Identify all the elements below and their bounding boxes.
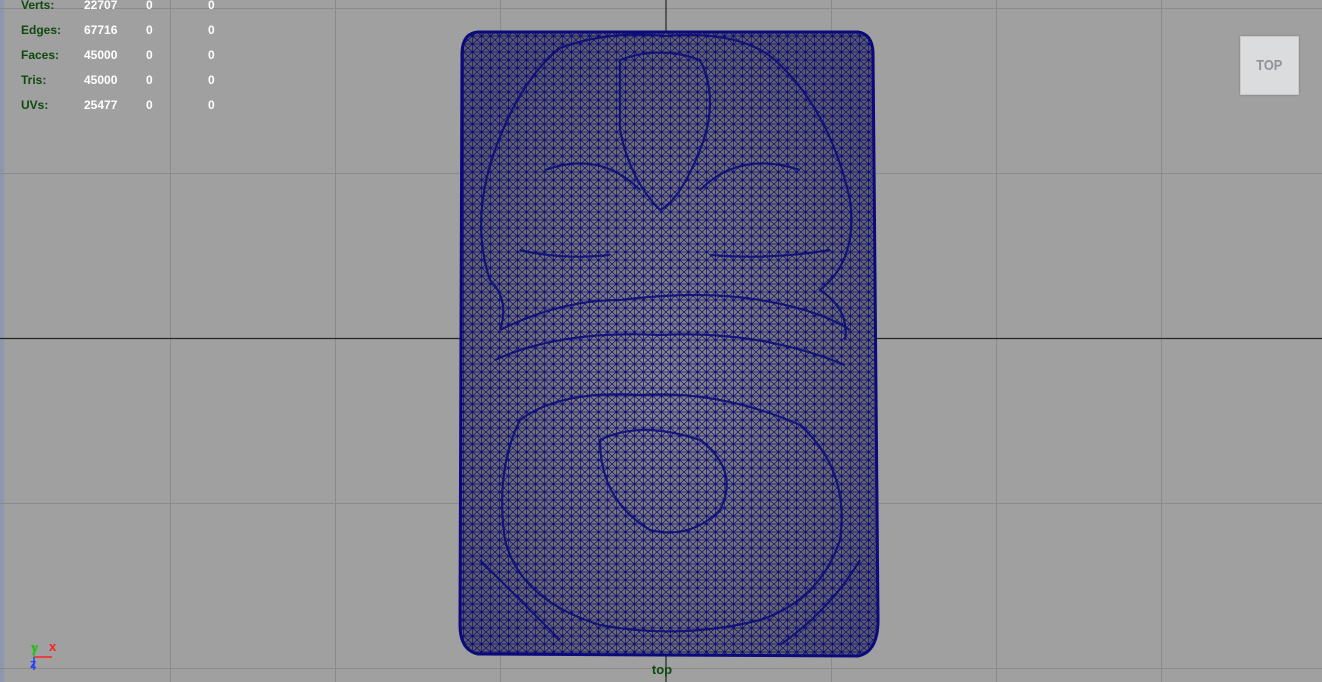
hud-label: Verts: (21, 0, 55, 12)
hud-value: 0 (208, 0, 215, 12)
hud-value: 0 (146, 23, 153, 37)
hud-value: 0 (208, 73, 215, 87)
hud-value: 45000 (84, 48, 118, 62)
hud-label: Tris: (21, 73, 47, 87)
viewcube-top-button[interactable]: TOP (1240, 36, 1299, 95)
hud-value: 0 (146, 0, 153, 12)
hud-value: 0 (146, 73, 153, 87)
camera-name-label: top (651, 662, 673, 677)
hud-value: 67716 (84, 23, 118, 37)
hud-value: 0 (146, 98, 153, 112)
viewport-panel[interactable]: Verts: 22707 0 0 Edges: 67716 0 0 Faces:… (0, 0, 1322, 682)
viewcube-label: TOP (1256, 57, 1283, 74)
axis-y-label: y (31, 640, 39, 655)
hud-label: UVs: (21, 98, 49, 112)
hud-value: 25477 (84, 98, 118, 112)
hud-value: 0 (208, 48, 215, 62)
hud-value: 0 (208, 98, 215, 112)
hud-label: Faces: (21, 48, 60, 62)
axis-indicator-icon: y x z (28, 639, 68, 678)
hud-value: 22707 (84, 0, 118, 12)
hud-value: 0 (146, 48, 153, 62)
hud-value: 0 (208, 23, 215, 37)
hud-value: 45000 (84, 73, 118, 87)
hud-label: Edges: (21, 23, 62, 37)
axis-x-label: x (49, 639, 57, 654)
axis-z-label: z (30, 656, 37, 671)
mesh-wireframe[interactable] (0, 0, 1322, 682)
